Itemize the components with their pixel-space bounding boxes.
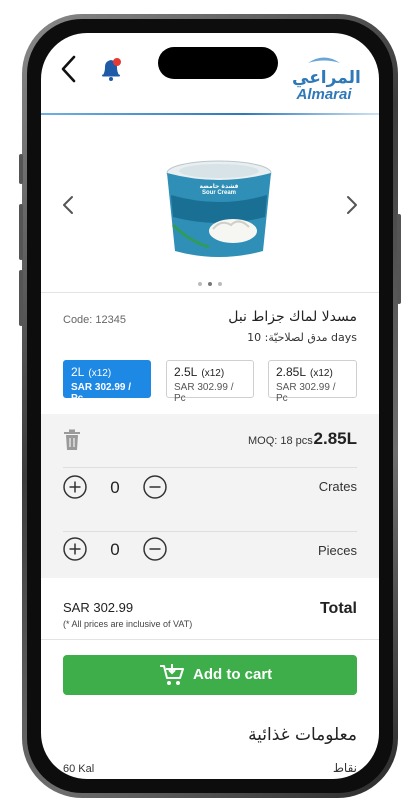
phone-bezel: المراعي Almarai قشدة حامضة Sour Cream Co…: [27, 19, 393, 793]
shopping-cart-icon: [160, 664, 184, 685]
variant-price: SAR 302.99 / Pc: [71, 382, 132, 404]
nutrition-heading: معلومات غذائية: [248, 725, 357, 745]
logo-english-text: Almarai: [296, 86, 352, 103]
crates-quantity[interactable]: 0: [93, 478, 137, 498]
carousel-dot[interactable]: [218, 282, 223, 286]
crates-minus-icon[interactable]: [143, 475, 167, 499]
pieces-plus-icon[interactable]: [63, 537, 87, 561]
variant-size-label: 2.5L: [174, 365, 198, 379]
product-image-carousel[interactable]: قشدة حامضة Sour Cream: [41, 115, 379, 291]
variant-size-label: 2.85L: [276, 365, 307, 379]
logo-arabic-text: المراعي: [292, 68, 361, 88]
pieces-quantity[interactable]: 0: [93, 540, 137, 560]
variant-multiplier: (x12): [88, 368, 112, 379]
volume-up-button: [19, 204, 23, 260]
variant-option-2-85l[interactable]: 2.85L (x12) SAR 302.99 / Pc: [268, 360, 357, 404]
variant-size: 2L (x12): [71, 365, 143, 379]
pieces-stepper: 0: [63, 537, 167, 565]
product-code: Code: 12345: [63, 314, 126, 326]
add-to-cart-label: Add to cart: [193, 666, 273, 683]
sour-cream-tub-image: [166, 160, 272, 257]
notification-bell-icon[interactable]: [97, 55, 127, 83]
carousel-next-icon[interactable]: [341, 193, 361, 217]
variant-size: 2.5L (x12): [174, 365, 246, 379]
add-to-cart-button[interactable]: Add to cart: [63, 655, 357, 695]
app-screen: المراعي Almarai قشدة حامضة Sour Cream Co…: [41, 33, 379, 779]
power-button: [397, 214, 401, 304]
variant-multiplier: (x12): [201, 368, 225, 379]
crates-stepper: 0: [63, 475, 167, 503]
moq-label: MOQ: 18 pcs: [248, 435, 313, 447]
section-divider: [41, 292, 379, 293]
almarai-logo: المراعي Almarai: [292, 51, 361, 103]
mute-switch: [19, 154, 23, 184]
calories-value: 60 Kal: [63, 763, 95, 775]
dynamic-island: [158, 47, 278, 79]
tub-label-english: Sour Cream: [201, 190, 236, 196]
pieces-label: Pieces: [317, 543, 357, 558]
carousel-dot[interactable]: [197, 282, 202, 286]
vat-note: (* All prices are inclusive of VAT): [63, 619, 193, 629]
points-label: نقاط: [332, 761, 357, 775]
panel-divider: [63, 467, 357, 468]
trash-icon[interactable]: [63, 429, 81, 451]
variant-price: SAR 302.99 / Pc: [276, 382, 336, 404]
total-label: Total: [319, 600, 357, 617]
crates-label: Crates: [318, 479, 357, 494]
carousel-prev-icon[interactable]: [59, 193, 79, 217]
variant-price: SAR 302.99 / Pc: [174, 382, 234, 404]
product-title: مسدلا لماك جزاط نبل: [228, 309, 357, 325]
back-arrow-icon[interactable]: [57, 53, 81, 85]
variant-size-label: 2L: [71, 365, 85, 379]
volume-down-button: [19, 270, 23, 326]
crates-plus-icon[interactable]: [63, 475, 87, 499]
selected-size: 2.85L: [313, 429, 357, 448]
carousel-dot[interactable]: [208, 282, 212, 286]
variant-option-2l[interactable]: 2L (x12) SAR 302.99 / Pc: [63, 360, 151, 404]
variant-size: 2.85L (x12): [276, 365, 349, 379]
variant-multiplier: (x12): [310, 368, 333, 379]
total-price: SAR 302.99: [63, 600, 134, 615]
section-divider: [41, 639, 379, 640]
pieces-minus-icon[interactable]: [143, 537, 167, 561]
carousel-indicator: [41, 273, 379, 291]
panel-divider: [63, 531, 357, 532]
tub-label-arabic: قشدة حامضة: [199, 183, 239, 190]
tub-label: قشدة حامضة Sour Cream: [197, 183, 241, 197]
logo-leaf-icon: [308, 57, 340, 63]
phone-frame: المراعي Almarai قشدة حامضة Sour Cream Co…: [19, 14, 401, 798]
variant-option-2-5l[interactable]: 2.5L (x12) SAR 302.99 / Pc: [166, 360, 254, 404]
shelf-life: مدق لصلاحيّة: 10 days: [247, 331, 357, 344]
